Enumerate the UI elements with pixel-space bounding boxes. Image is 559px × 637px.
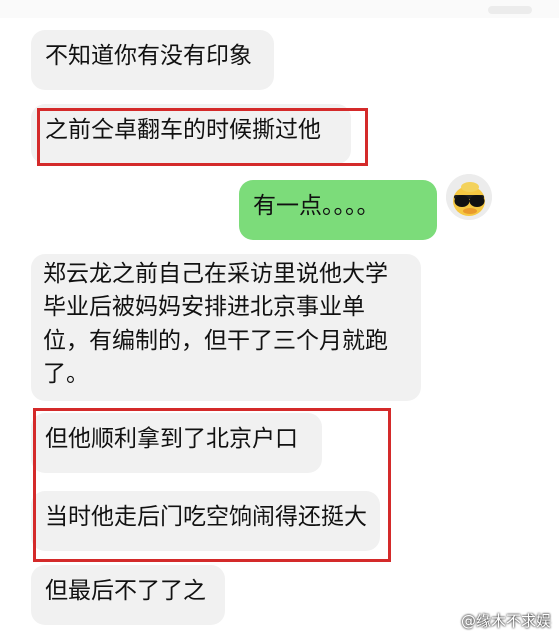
highlight-box [37,108,368,166]
status-pill [488,6,532,14]
message-bubble[interactable]: 郑云龙之前自己在采访里说他大学毕业后被妈妈安排进北京事业单位，有编制的，但干了三… [31,254,421,401]
duck-avatar-icon [446,174,492,220]
watermark: @缘木不求娱 [460,612,551,630]
top-bar [0,0,559,18]
highlight-box [33,408,391,562]
message-bubble-outgoing[interactable]: 有一点。。。。 [239,180,437,240]
avatar[interactable] [446,174,492,220]
message-bubble[interactable]: 不知道你有没有印象 [31,30,274,90]
message-bubble[interactable]: 但最后不了了之 [31,565,225,625]
